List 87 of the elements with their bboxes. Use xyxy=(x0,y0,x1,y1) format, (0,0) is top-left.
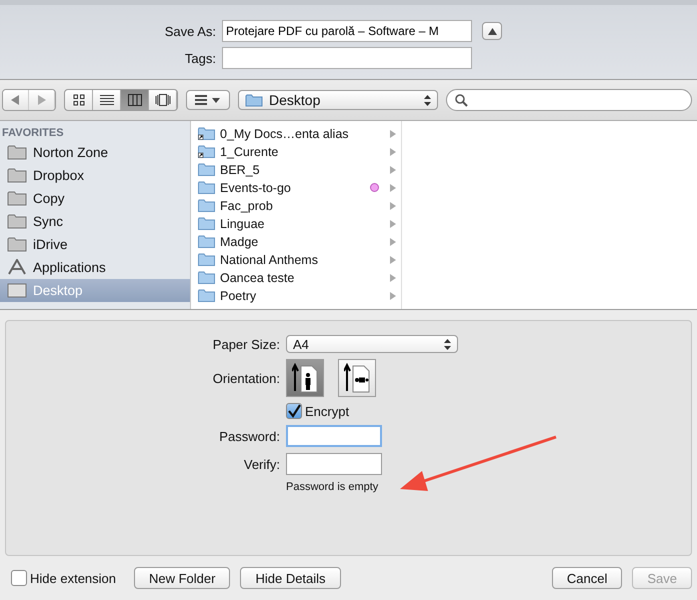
folder-icon xyxy=(198,289,215,302)
folder-icon xyxy=(198,163,215,176)
checkmark-icon xyxy=(287,404,301,418)
sidebar-heading: FAVORITES xyxy=(1,126,65,141)
folder-icon xyxy=(198,253,215,266)
disclosure-icon xyxy=(390,274,396,282)
paper-size-label: Paper Size: xyxy=(212,336,280,352)
file-item[interactable]: Oancea teste xyxy=(191,268,401,287)
coverflow-icon xyxy=(154,94,170,106)
landscape-button[interactable] xyxy=(338,359,376,397)
disclosure-icon xyxy=(390,166,396,174)
folder-icon xyxy=(198,271,215,284)
folder-icon xyxy=(198,217,215,230)
disclosure-icon xyxy=(390,184,396,192)
view-button[interactable] xyxy=(121,90,149,110)
file-item[interactable]: Fac_prob xyxy=(191,196,401,215)
search-field[interactable] xyxy=(446,89,692,112)
password-field[interactable] xyxy=(286,425,382,447)
folder-icon xyxy=(7,213,27,230)
disclosure-icon xyxy=(390,220,396,228)
disclosure-icon xyxy=(390,130,396,138)
file-item[interactable]: BER_5 xyxy=(191,160,401,179)
folder-icon xyxy=(198,199,215,212)
alias-folder-icon xyxy=(198,145,215,158)
portrait-button[interactable] xyxy=(286,359,324,397)
orientation-label: Orientation: xyxy=(212,370,280,386)
new-folder-button[interactable]: New Folder xyxy=(134,567,230,589)
sidebar-item[interactable]: Sync xyxy=(0,210,190,233)
paper-size-popup[interactable]: A4 xyxy=(286,335,458,353)
file-item[interactable]: Linguae xyxy=(191,214,401,233)
alias-folder-icon xyxy=(198,127,215,140)
grid-icon xyxy=(72,94,84,106)
triangle-up-icon xyxy=(488,28,496,34)
verify-field[interactable] xyxy=(286,453,382,475)
disclosure-icon xyxy=(390,148,396,156)
arrange-icon xyxy=(195,95,221,106)
folder-icon xyxy=(7,236,27,252)
file-item[interactable]: 1_Curente xyxy=(191,142,401,161)
forward-icon xyxy=(37,95,46,106)
updown-icon xyxy=(444,338,451,350)
hide-extension-checkbox[interactable]: Hide extension xyxy=(11,570,116,586)
desktop-icon xyxy=(7,282,27,298)
file-item[interactable]: Events-to-go xyxy=(191,178,401,197)
folder-icon xyxy=(198,235,215,248)
folder-icon xyxy=(198,181,215,194)
location-popup[interactable]: Desktop xyxy=(238,90,438,110)
updown-icon xyxy=(424,94,431,106)
back-button[interactable] xyxy=(3,90,29,110)
sidebar-item[interactable]: Dropbox xyxy=(0,164,190,187)
file-item[interactable]: 0_My Docs…enta alias xyxy=(191,124,401,143)
disclosure-icon xyxy=(390,256,396,264)
sidebar-item[interactable]: iDrive xyxy=(0,232,190,256)
list-icon xyxy=(100,94,114,106)
orientation-icon xyxy=(344,363,370,393)
checkbox[interactable] xyxy=(286,403,302,419)
collapse-button[interactable] xyxy=(482,22,502,40)
columns-icon xyxy=(128,94,142,106)
file-item[interactable]: National Anthems xyxy=(191,250,401,269)
folder-icon xyxy=(7,190,27,206)
view-switcher[interactable] xyxy=(64,89,178,112)
hide-details-button[interactable]: Hide Details xyxy=(240,567,341,589)
search-icon xyxy=(455,94,468,107)
orientation-icon xyxy=(292,363,318,393)
encrypt-checkbox[interactable]: Encrypt xyxy=(286,403,350,419)
file-item[interactable]: Madge xyxy=(191,232,401,251)
disclosure-icon xyxy=(390,292,396,300)
checkbox[interactable] xyxy=(11,570,27,586)
disclosure-icon xyxy=(390,202,396,210)
sidebar-item[interactable]: Applications xyxy=(0,256,190,279)
compass-letter-icon xyxy=(7,259,27,276)
sidebar-item[interactable]: Copy xyxy=(0,186,190,210)
tags-field[interactable] xyxy=(222,47,472,69)
folder-icon xyxy=(7,144,27,160)
save-as-label: Save As: xyxy=(164,24,216,38)
sidebar-item[interactable]: Norton Zone xyxy=(0,140,190,164)
back-icon xyxy=(11,95,20,106)
password-label: Password: xyxy=(218,428,280,444)
save-as-field[interactable]: Protejare PDF cu parolă – Software – M xyxy=(222,20,472,42)
file-item[interactable]: Poetry xyxy=(191,286,401,305)
tags-label: Tags: xyxy=(184,50,216,66)
password-message: Password is empty xyxy=(286,481,378,493)
cancel-button[interactable]: Cancel xyxy=(552,567,622,589)
folder-icon xyxy=(245,93,263,108)
folder-icon xyxy=(7,167,27,184)
arrange-button[interactable] xyxy=(186,90,230,110)
disclosure-icon xyxy=(390,238,396,246)
verify-label: Verify: xyxy=(242,456,280,472)
